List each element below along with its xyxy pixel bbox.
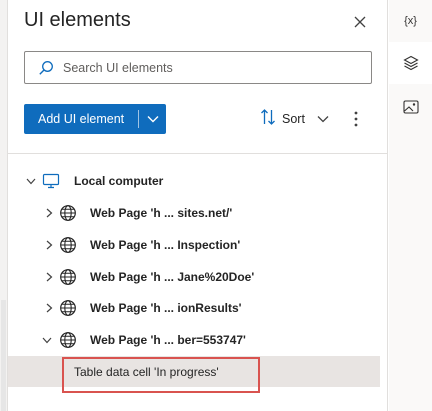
computer-icon (42, 173, 60, 189)
panel-title: UI elements (24, 9, 131, 31)
search-input[interactable]: Search UI elements (24, 51, 372, 84)
search-placeholder: Search UI elements (63, 60, 173, 75)
left-scroll-strip (0, 0, 8, 411)
tree-node-web-page[interactable]: Web Page 'h ... ionResults' (8, 292, 388, 324)
image-icon (402, 100, 419, 114)
variables-icon: {x} (404, 15, 417, 27)
tree-node-web-page[interactable]: Web Page 'h ... ber=553747' (8, 324, 388, 356)
ui-elements-panel: UI elements Search UI elements Add UI el… (8, 0, 388, 411)
globe-icon (59, 299, 77, 317)
tree-node-table-data-cell[interactable]: Table data cell 'In progress' (8, 356, 380, 387)
chevron-right-icon[interactable] (42, 301, 56, 315)
close-button[interactable] (348, 10, 372, 34)
right-icon-rail: {x} (389, 0, 432, 411)
images-button[interactable] (389, 86, 432, 128)
scrollbar-thumb[interactable] (1, 300, 6, 411)
chevron-down-icon[interactable] (24, 174, 38, 188)
toolbar-divider (8, 153, 388, 154)
sort-button[interactable]: Sort (260, 108, 329, 130)
globe-icon (59, 331, 77, 349)
more-vertical-icon (354, 111, 358, 127)
tree-node-label: Web Page 'h ... ber=553747' (90, 333, 246, 347)
ui-elements-tab-button[interactable] (389, 42, 432, 84)
sort-chevron-down-icon (317, 115, 329, 123)
chevron-right-icon[interactable] (42, 206, 56, 220)
chevron-right-icon[interactable] (42, 238, 56, 252)
add-ui-element-label: Add UI element (38, 112, 125, 126)
add-ui-element-button[interactable]: Add UI element (24, 104, 166, 134)
close-icon (354, 16, 366, 28)
tree-node-web-page[interactable]: Web Page 'h ... sites.net/' (8, 197, 388, 229)
chevron-down-icon[interactable] (40, 333, 54, 347)
globe-icon (59, 236, 77, 254)
sort-arrows-icon (260, 108, 276, 131)
layers-icon (402, 55, 419, 71)
tree-node-label: Web Page 'h ... Inspection' (90, 238, 241, 252)
globe-icon (59, 268, 77, 286)
tree-node-web-page[interactable]: Web Page 'h ... Inspection' (8, 229, 388, 261)
tree-node-label: Local computer (74, 174, 164, 188)
tree-node-label: Web Page 'h ... ionResults' (90, 301, 242, 315)
more-options-button[interactable] (346, 108, 366, 130)
tree-node-label: Table data cell 'In progress' (74, 365, 219, 379)
globe-icon (59, 204, 77, 222)
tree-node-web-page[interactable]: Web Page 'h ... Jane%20Doe' (8, 261, 388, 293)
add-dropdown-chevron-icon[interactable] (139, 115, 166, 123)
variables-button[interactable]: {x} (389, 0, 432, 42)
sort-label: Sort (282, 112, 305, 126)
tree-node-label: Web Page 'h ... Jane%20Doe' (90, 270, 255, 284)
tree-node-label: Web Page 'h ... sites.net/' (90, 206, 233, 220)
chevron-right-icon[interactable] (42, 270, 56, 284)
tree-node-local-computer[interactable]: Local computer (8, 165, 388, 197)
search-icon (38, 60, 54, 76)
